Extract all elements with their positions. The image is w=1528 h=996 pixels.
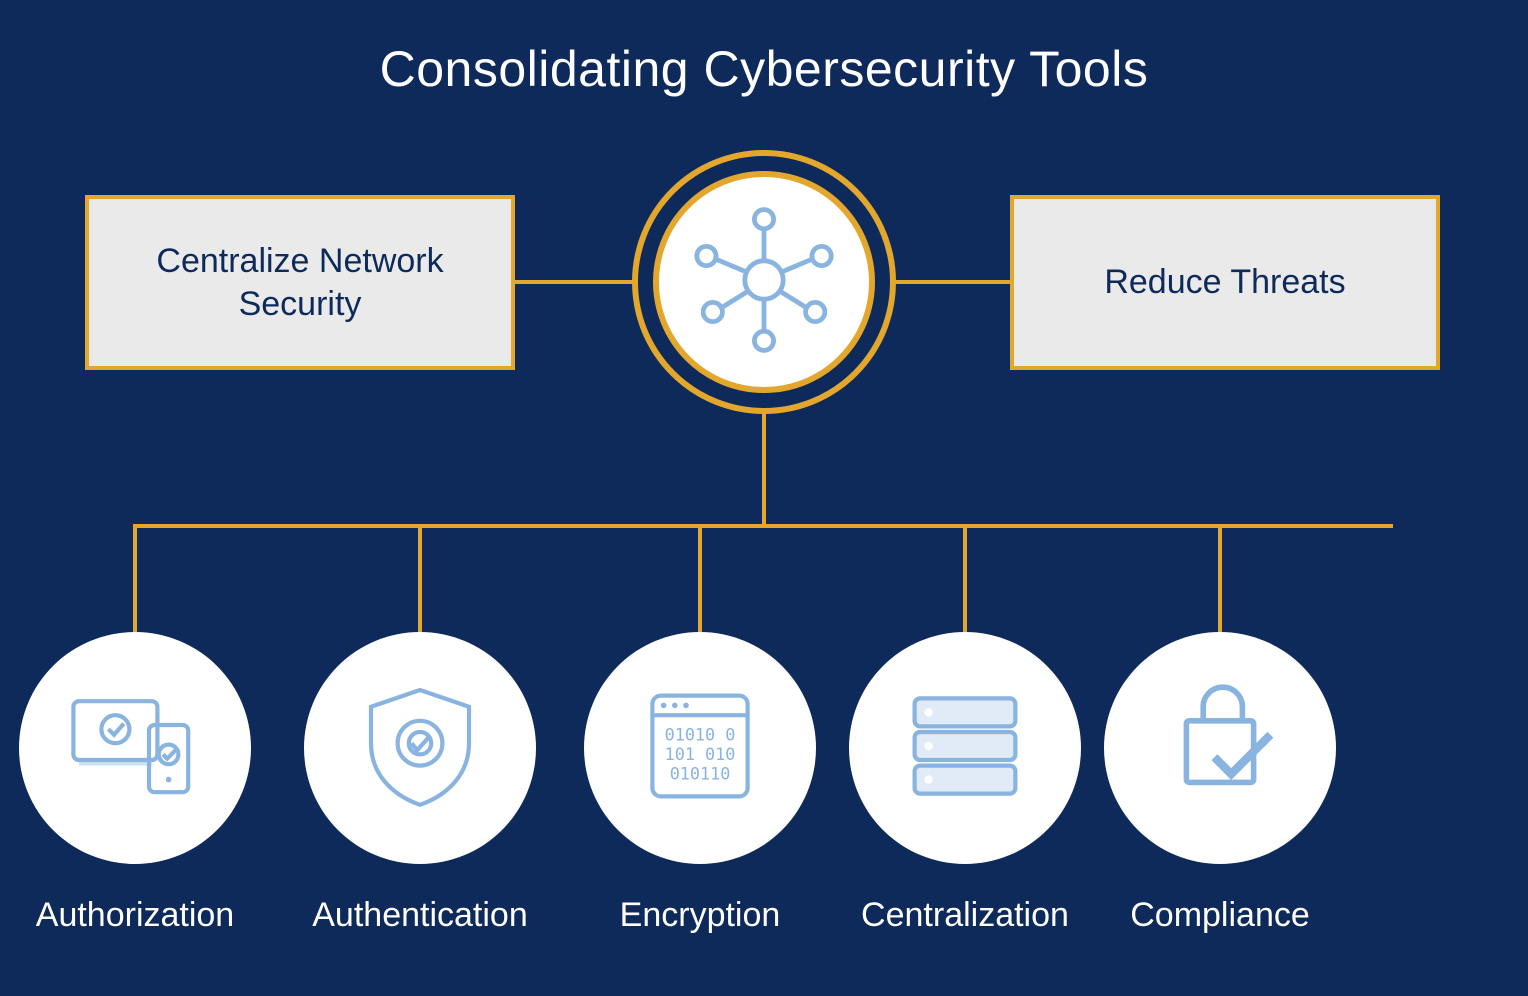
box-centralize-network-security: Centralize Network Security <box>85 195 515 370</box>
node-centralization: Centralization <box>849 632 1081 935</box>
connector-stem <box>762 414 766 524</box>
centralization-icon <box>895 676 1035 821</box>
network-hub-icon <box>684 200 844 365</box>
node-circle <box>849 632 1081 864</box>
node-label: Authorization <box>19 896 251 935</box>
box-right-label: Reduce Threats <box>1104 261 1345 304</box>
encryption-icon <box>630 676 770 821</box>
connector-right <box>895 280 1010 284</box>
node-label: Centralization <box>849 896 1081 935</box>
connector-drop <box>133 524 137 632</box>
node-compliance: Compliance <box>1104 632 1336 935</box>
box-left-label: Centralize Network Security <box>109 240 491 325</box>
connector-bus <box>135 524 1393 528</box>
node-label: Compliance <box>1104 896 1336 935</box>
node-encryption: Encryption <box>584 632 816 935</box>
compliance-icon <box>1150 676 1290 821</box>
hub-inner-circle <box>653 171 875 393</box>
connector-drop <box>418 524 422 632</box>
node-label: Encryption <box>584 896 816 935</box>
node-circle <box>1104 632 1336 864</box>
node-circle <box>19 632 251 864</box>
node-circle <box>304 632 536 864</box>
connector-drop <box>698 524 702 632</box>
node-circle <box>584 632 816 864</box>
connector-drop <box>1218 524 1222 632</box>
node-label: Authentication <box>304 896 536 935</box>
box-reduce-threats: Reduce Threats <box>1010 195 1440 370</box>
connector-drop <box>963 524 967 632</box>
hub-outer-ring <box>632 150 896 414</box>
node-authorization: Authorization <box>19 632 251 935</box>
node-authentication: Authentication <box>304 632 536 935</box>
authorization-icon <box>65 676 205 821</box>
authentication-icon <box>350 676 490 821</box>
connector-left <box>515 280 635 284</box>
diagram-title: Consolidating Cybersecurity Tools <box>0 40 1528 98</box>
